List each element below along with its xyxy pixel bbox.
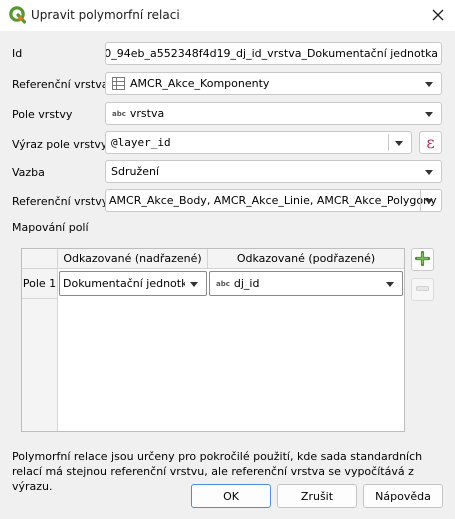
layer-field-expression-value: @layer_id: [111, 136, 171, 149]
remove-mapping-button[interactable]: [411, 278, 434, 301]
layer-field-value: vrstva: [129, 107, 165, 120]
referenced-layers-label: Referenční vrstvy: [12, 195, 109, 208]
reference-layer-value: AMCR_Akce_Komponenty: [130, 77, 270, 90]
layer-field-combo[interactable]: abc vrstva: [105, 102, 442, 125]
remove-icon: [415, 281, 430, 299]
layer-field-expression-label: Výraz pole vrstvy: [12, 138, 108, 151]
id-field[interactable]: e_4970_94eb_a552348f4d19_dj_id_vrstva_Do…: [105, 42, 442, 65]
field-mapping-table[interactable]: Odkazované (nadřazené) Odkazované (podřa…: [21, 248, 405, 432]
close-icon[interactable]: [426, 4, 450, 26]
chevron-down-icon: [425, 170, 433, 175]
expression-builder-button[interactable]: ε: [419, 131, 442, 154]
chevron-down-icon: [425, 82, 433, 87]
child-field-value: dj_id: [233, 277, 260, 290]
reference-layer-label: Referenční vrstva: [12, 78, 109, 91]
add-mapping-button[interactable]: [411, 248, 434, 271]
text-field-type-icon: abc: [216, 279, 230, 288]
table-layer-icon: [112, 77, 125, 90]
title-bar: Upravit polymorfní relaci: [0, 0, 455, 31]
chevron-down-icon: [425, 199, 433, 204]
window-title: Upravit polymorfní relaci: [31, 8, 180, 22]
column-header-child[interactable]: Odkazované (podřazené): [208, 249, 404, 269]
chevron-down-icon: [190, 282, 198, 287]
combo-separator: [388, 134, 389, 151]
relation-label: Vazba: [12, 166, 45, 179]
chevron-down-icon: [425, 112, 433, 117]
qgis-logo-icon: [9, 6, 27, 24]
referenced-layers-combo[interactable]: AMCR_Akce_Body, AMCR_Akce_Linie, AMCR_Ak…: [105, 189, 442, 212]
parent-field-value: Dokumentační jednotka: [63, 277, 195, 290]
child-field-combo[interactable]: abc dj_id: [209, 271, 403, 296]
relation-combo[interactable]: Sdružení: [105, 160, 442, 183]
field-mapping-label: Mapování polí: [12, 221, 89, 234]
row-header[interactable]: Pole 1: [22, 269, 58, 299]
parent-field-combo[interactable]: Dokumentační jednotka: [59, 271, 207, 296]
chevron-down-icon: [386, 282, 394, 287]
relation-value: Sdružení: [111, 165, 160, 178]
reference-layer-combo[interactable]: AMCR_Akce_Komponenty: [105, 72, 442, 95]
epsilon-icon: ε: [426, 132, 435, 152]
id-value: e_4970_94eb_a552348f4d19_dj_id_vrstva_Do…: [105, 47, 438, 60]
help-button[interactable]: Nápověda: [363, 484, 443, 508]
cancel-button[interactable]: Zrušit: [277, 484, 357, 508]
chevron-down-icon: [395, 141, 403, 146]
referenced-layers-value: AMCR_Akce_Body, AMCR_Akce_Linie, AMCR_Ak…: [109, 194, 437, 207]
layer-field-label: Pole vrstvy: [12, 108, 73, 121]
combo-separator: [420, 190, 421, 211]
column-header-parent[interactable]: Odkazované (nadřazené): [58, 249, 208, 269]
id-label: Id: [12, 47, 23, 60]
table-corner: [22, 249, 58, 269]
text-field-type-icon: abc: [112, 109, 126, 118]
layer-field-expression-combo[interactable]: @layer_id: [105, 131, 412, 154]
ok-button[interactable]: OK: [191, 484, 271, 508]
add-icon: [414, 250, 431, 269]
